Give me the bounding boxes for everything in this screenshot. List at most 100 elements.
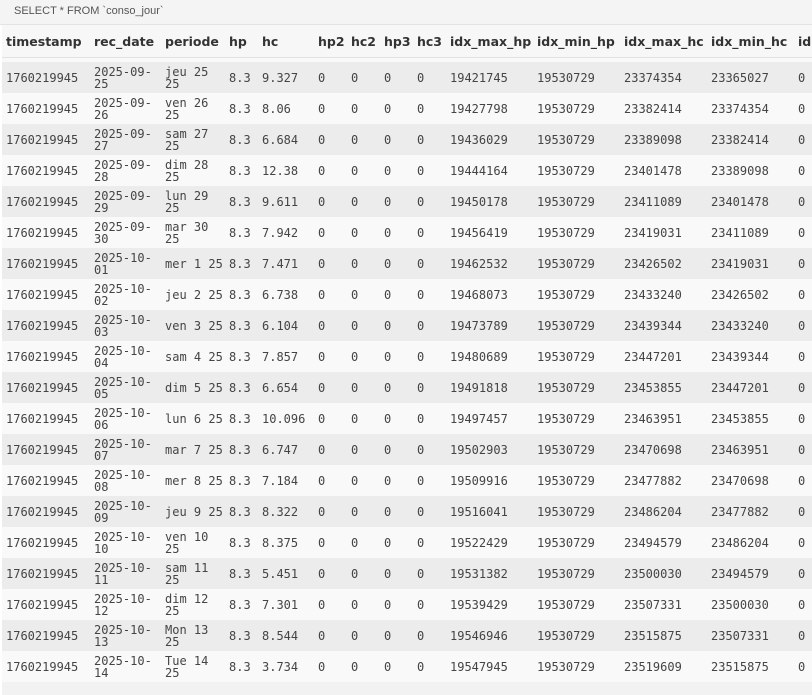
cell-hp3[interactable]: 0	[380, 558, 413, 589]
cell-hc[interactable]: 7.857	[258, 341, 314, 372]
cell-rec-date[interactable]: 2025-10-04	[90, 341, 161, 372]
cell-idx-min-hp[interactable]: 19530729	[533, 93, 620, 124]
cell-id[interactable]: 0	[794, 527, 812, 558]
cell-hc2[interactable]: 0	[347, 434, 380, 465]
cell-idx-min-hc[interactable]: 23439344	[707, 341, 794, 372]
cell-hc2[interactable]: 0	[347, 248, 380, 279]
cell-id[interactable]: 0	[794, 310, 812, 341]
cell-idx-min-hp[interactable]: 19530729	[533, 248, 620, 279]
cell-idx-max-hp[interactable]: 19509916	[446, 465, 533, 496]
cell-idx-min-hp[interactable]: 19530729	[533, 434, 620, 465]
cell-id[interactable]: 0	[794, 496, 812, 527]
cell-idx-min-hp[interactable]: 19530729	[533, 558, 620, 589]
cell-periode[interactable]: sam 27 25	[161, 124, 225, 155]
cell-hp2[interactable]: 0	[314, 403, 347, 434]
cell-idx-max-hp[interactable]: 19436029	[446, 124, 533, 155]
table-row[interactable]: 1760219945 2025-10-11 sam 11 25 8.3 5.451 0 0 0…	[2, 558, 812, 589]
cell-hc[interactable]: 6.747	[258, 434, 314, 465]
cell-idx-min-hp[interactable]: 19530729	[533, 620, 620, 651]
col-header-hc2[interactable]: hc2	[347, 25, 380, 58]
col-header-timestamp[interactable]: timestamp	[2, 25, 90, 58]
cell-hp[interactable]: 8.3	[225, 651, 258, 682]
cell-periode[interactable]: dim 5 25	[161, 372, 225, 403]
cell-id[interactable]: 0	[794, 155, 812, 186]
cell-hp[interactable]: 8.3	[225, 496, 258, 527]
cell-rec-date[interactable]: 2025-09-26	[90, 93, 161, 124]
table-row[interactable]: 1760219945 2025-10-04 sam 4 25 8.3 7.857 0 0 0 0…	[2, 341, 812, 372]
cell-hp[interactable]: 8.3	[225, 217, 258, 248]
cell-idx-min-hc[interactable]: 23507331	[707, 620, 794, 651]
cell-timestamp[interactable]: 1760219945	[2, 434, 90, 465]
cell-idx-min-hc[interactable]: 23477882	[707, 496, 794, 527]
cell-hp2[interactable]: 0	[314, 155, 347, 186]
cell-hc[interactable]: 8.375	[258, 527, 314, 558]
cell-id[interactable]: 0	[794, 589, 812, 620]
cell-timestamp[interactable]: 1760219945	[2, 310, 90, 341]
cell-hp3[interactable]: 0	[380, 341, 413, 372]
cell-hp[interactable]: 8.3	[225, 186, 258, 217]
cell-hp3[interactable]: 0	[380, 186, 413, 217]
cell-hp2[interactable]: 0	[314, 186, 347, 217]
cell-rec-date[interactable]: 2025-10-08	[90, 465, 161, 496]
cell-hp3[interactable]: 0	[380, 651, 413, 682]
cell-periode[interactable]: jeu 25 25	[161, 62, 225, 93]
cell-timestamp[interactable]: 1760219945	[2, 496, 90, 527]
cell-hc[interactable]: 10.096	[258, 403, 314, 434]
cell-hc3[interactable]: 0	[413, 403, 446, 434]
cell-idx-max-hc[interactable]: 23515875	[620, 620, 707, 651]
cell-id[interactable]: 0	[794, 651, 812, 682]
cell-periode[interactable]: dim 28 25	[161, 155, 225, 186]
cell-hc[interactable]: 6.654	[258, 372, 314, 403]
cell-hp[interactable]: 8.3	[225, 620, 258, 651]
cell-idx-min-hp[interactable]: 19530729	[533, 372, 620, 403]
cell-idx-max-hc[interactable]: 23439344	[620, 310, 707, 341]
cell-timestamp[interactable]: 1760219945	[2, 62, 90, 93]
cell-idx-min-hc[interactable]: 23486204	[707, 527, 794, 558]
cell-rec-date[interactable]: 2025-09-30	[90, 217, 161, 248]
cell-hp[interactable]: 8.3	[225, 62, 258, 93]
cell-periode[interactable]: Mon 13 25	[161, 620, 225, 651]
cell-idx-max-hp[interactable]: 19531382	[446, 558, 533, 589]
cell-idx-max-hp[interactable]: 19502903	[446, 434, 533, 465]
cell-idx-max-hp[interactable]: 19444164	[446, 155, 533, 186]
cell-idx-max-hc[interactable]: 23411089	[620, 186, 707, 217]
cell-hp2[interactable]: 0	[314, 372, 347, 403]
cell-idx-max-hp[interactable]: 19421745	[446, 62, 533, 93]
cell-periode[interactable]: jeu 2 25	[161, 279, 225, 310]
cell-hp2[interactable]: 0	[314, 527, 347, 558]
cell-idx-min-hc[interactable]: 23401478	[707, 186, 794, 217]
cell-hp[interactable]: 8.3	[225, 527, 258, 558]
cell-timestamp[interactable]: 1760219945	[2, 558, 90, 589]
table-row[interactable]: 1760219945 2025-10-14 Tue 14 25 8.3 3.734 0 0 0…	[2, 651, 812, 682]
cell-hc2[interactable]: 0	[347, 527, 380, 558]
cell-idx-max-hc[interactable]: 23374354	[620, 62, 707, 93]
cell-id[interactable]: 0	[794, 186, 812, 217]
cell-hc2[interactable]: 0	[347, 186, 380, 217]
cell-periode[interactable]: jeu 9 25	[161, 496, 225, 527]
cell-idx-min-hp[interactable]: 19530729	[533, 496, 620, 527]
cell-hp[interactable]: 8.3	[225, 341, 258, 372]
cell-rec-date[interactable]: 2025-10-07	[90, 434, 161, 465]
cell-rec-date[interactable]: 2025-09-28	[90, 155, 161, 186]
cell-idx-min-hp[interactable]: 19530729	[533, 310, 620, 341]
table-row[interactable]: 1760219945 2025-10-01 mer 1 25 8.3 7.471 0 0 0 0…	[2, 248, 812, 279]
col-header-idx-max-hc[interactable]: idx_max_hc	[620, 25, 707, 58]
cell-hc[interactable]: 5.451	[258, 558, 314, 589]
cell-hp3[interactable]: 0	[380, 124, 413, 155]
cell-hc[interactable]: 12.38	[258, 155, 314, 186]
cell-timestamp[interactable]: 1760219945	[2, 589, 90, 620]
cell-idx-min-hc[interactable]: 23389098	[707, 155, 794, 186]
cell-timestamp[interactable]: 1760219945	[2, 527, 90, 558]
cell-hp2[interactable]: 0	[314, 434, 347, 465]
cell-idx-min-hp[interactable]: 19530729	[533, 465, 620, 496]
cell-idx-min-hp[interactable]: 19530729	[533, 217, 620, 248]
cell-idx-max-hc[interactable]: 23453855	[620, 372, 707, 403]
cell-hp2[interactable]: 0	[314, 341, 347, 372]
results-grid[interactable]: timestamp rec_date periode hp hc hp2 hc2…	[2, 25, 812, 695]
col-header-idx-min-hc[interactable]: idx_min_hc	[707, 25, 794, 58]
cell-idx-min-hp[interactable]: 19530729	[533, 279, 620, 310]
cell-hc[interactable]: 8.322	[258, 496, 314, 527]
cell-hp[interactable]: 8.3	[225, 372, 258, 403]
cell-hc2[interactable]: 0	[347, 217, 380, 248]
cell-hc[interactable]: 8.06	[258, 93, 314, 124]
